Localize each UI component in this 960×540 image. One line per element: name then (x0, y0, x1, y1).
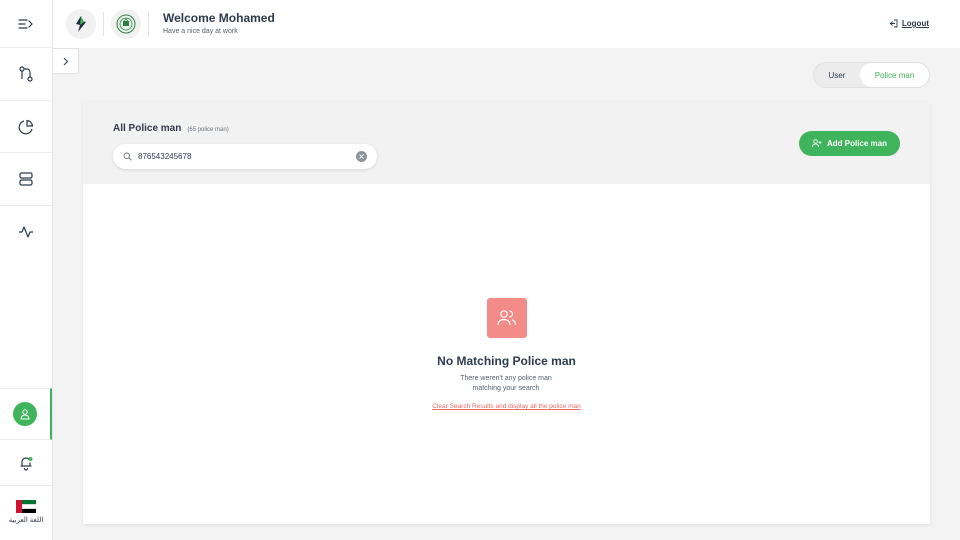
sidebar-item-activity[interactable] (0, 206, 52, 258)
segment-user[interactable]: User (814, 63, 860, 87)
profile-avatar (13, 402, 37, 426)
police-emblem-icon (116, 14, 136, 34)
close-icon (359, 154, 364, 159)
list-toolbar: All Police man (65 police man) Add Polic… (83, 102, 930, 184)
add-police-man-label: Add Police man (826, 139, 887, 148)
empty-state-title: No Matching Police man (437, 354, 576, 368)
top-header: Welcome Mohamed Have a nice day at work … (53, 0, 960, 48)
logout-button[interactable]: Logout (889, 19, 929, 28)
clear-search-button[interactable] (356, 151, 367, 162)
empty-state-icon-box (487, 298, 527, 338)
language-switch[interactable]: اللغة العربية (0, 492, 52, 532)
welcome-block: Welcome Mohamed Have a nice day at work (163, 11, 275, 35)
sidebar-item-notifications[interactable] (0, 440, 52, 486)
pie-chart-icon (18, 119, 34, 134)
welcome-title: Welcome Mohamed (163, 11, 275, 25)
activity-icon (19, 226, 33, 238)
search-icon (123, 152, 132, 161)
list-count: (65 police man) (187, 127, 229, 133)
search-box (113, 144, 377, 169)
app-logo-icon (76, 16, 86, 32)
notification-bell-icon (20, 456, 33, 471)
add-police-man-button[interactable]: Add Police man (799, 131, 900, 156)
logout-label: Logout (901, 19, 929, 28)
add-user-icon (812, 139, 822, 148)
user-profile-icon (20, 409, 30, 420)
expand-sidebar-button[interactable] (53, 48, 79, 74)
sidebar-item-requests[interactable] (0, 48, 52, 101)
police-emblem (111, 9, 141, 39)
police-list-card: All Police man (65 police man) Add Polic… (83, 102, 930, 524)
sidebar: اللغة العربية (0, 0, 53, 540)
users-icon (497, 310, 517, 326)
app-logo (66, 9, 96, 39)
chevron-right-icon (63, 57, 69, 65)
sidebar-item-reports[interactable] (0, 101, 52, 153)
search-input[interactable] (138, 152, 356, 161)
list-title: All Police man (113, 123, 182, 134)
language-label: اللغة العربية (8, 517, 44, 524)
user-type-switch: User Police man (813, 62, 930, 88)
logout-icon (889, 19, 898, 28)
welcome-subtitle: Have a nice day at work (163, 28, 238, 35)
clear-search-results-link[interactable]: Clear Search Results and display all the… (83, 403, 930, 410)
menu-collapse-icon (18, 18, 33, 29)
menu-toggle-button[interactable] (0, 0, 52, 48)
list-heading: All Police man (65 police man) (113, 123, 229, 134)
server-icon (19, 172, 33, 186)
git-branch-icon (19, 66, 33, 82)
uae-flag-icon (16, 500, 36, 514)
empty-state-message: There weren't any police man matching yo… (460, 375, 552, 392)
segment-police-man[interactable]: Police man (860, 63, 929, 87)
sidebar-item-servers[interactable] (0, 153, 52, 206)
sidebar-item-profile[interactable] (0, 388, 52, 440)
